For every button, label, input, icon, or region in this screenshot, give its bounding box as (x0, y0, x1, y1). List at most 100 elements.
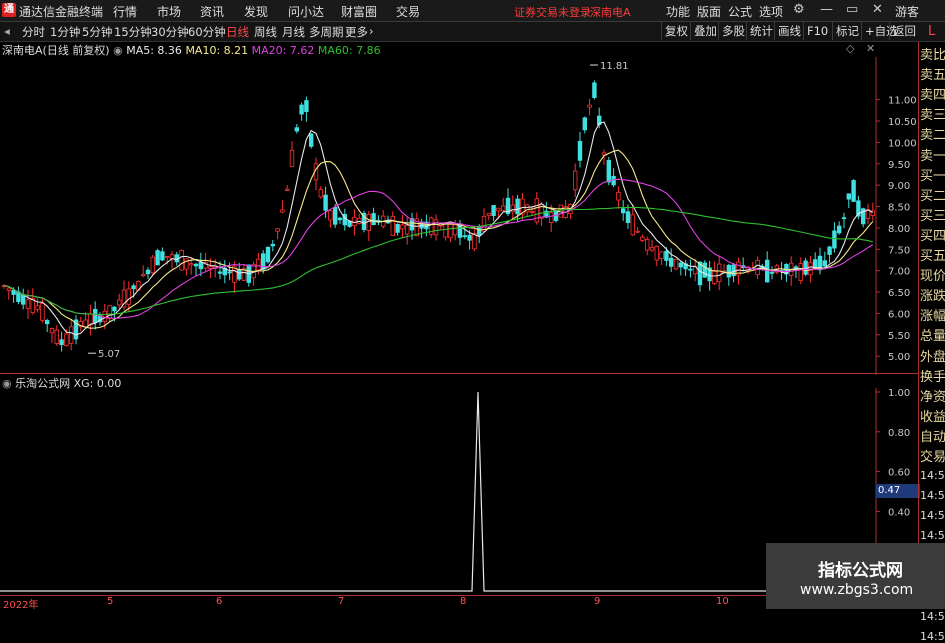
candle-body (198, 262, 203, 270)
menu-wenxiaoda[interactable]: 问小达 (288, 3, 324, 20)
period-weekly[interactable]: 周线 (254, 24, 277, 40)
sub-y-tick-label: 0.80 (888, 428, 910, 439)
quote-panel-item: 卖三 (920, 108, 945, 124)
btn-biaoji[interactable]: 标记 (832, 22, 862, 40)
ma10-label: MA10: 8.21 (185, 44, 249, 57)
menu-zixun[interactable]: 资讯 (200, 3, 224, 20)
y-tick-label: 10.50 (888, 117, 917, 128)
period-daily[interactable]: 日线 (226, 24, 249, 40)
candle-body (486, 212, 491, 216)
candle-body (688, 268, 693, 271)
menu-faxian[interactable]: 发现 (244, 3, 268, 20)
chart-info-line: 深南电A(日线 前复权) ◉ MA5: 8.36 MA10: 8.21 MA20… (2, 42, 381, 58)
candle-body (54, 329, 59, 344)
candle-body (587, 104, 592, 108)
period-monthly[interactable]: 月线 (282, 24, 305, 40)
more-chevron-icon[interactable]: › (369, 24, 374, 38)
candle-body (717, 263, 722, 283)
menu-shichang[interactable]: 市场 (157, 3, 181, 20)
candle-body (88, 313, 93, 326)
period-15min[interactable]: 15分钟 (114, 24, 152, 40)
candle-body (798, 263, 803, 281)
quote-panel-item: 外盘 (920, 349, 945, 365)
low-label: 5.07 (98, 349, 120, 360)
quote-panel-item: 交易 (920, 450, 945, 465)
candle-body (45, 320, 50, 325)
menu-jiaoyi[interactable]: 交易 (396, 3, 420, 20)
y-tick-label: 5.00 (888, 352, 910, 363)
candle-body (145, 269, 151, 275)
quote-panel-item: 卖二 (920, 128, 945, 144)
btn-f10[interactable]: F10 (803, 22, 831, 40)
close-panel-icon[interactable]: ✕ (866, 42, 875, 55)
candle-body (25, 299, 31, 309)
candle-body (40, 303, 45, 321)
btn-tongji[interactable]: 统计 (746, 22, 776, 40)
menu-gongneng[interactable]: 功能 (666, 3, 690, 20)
x-tick-jul: 7 (338, 596, 345, 607)
candle-body (265, 246, 271, 263)
candle-body (117, 299, 122, 306)
sub-y-tick-label: 0.40 (888, 507, 910, 518)
candle-body (649, 246, 655, 251)
candle-body (318, 189, 323, 198)
candle-body (107, 305, 112, 319)
candle-body (179, 250, 184, 271)
btn-fanhui[interactable]: 返回 (889, 22, 919, 40)
panel-level-label[interactable]: L (928, 24, 935, 39)
ma20-label: MA20: 7.62 (251, 44, 315, 57)
candle-body (467, 234, 472, 241)
candle-body (510, 204, 515, 213)
btn-fuquan[interactable]: 复权 (661, 22, 691, 40)
period-more[interactable]: 更多 (345, 24, 368, 40)
maximize-icon[interactable]: ▭ (846, 2, 858, 17)
candle-body (217, 271, 223, 274)
trade-login-alert[interactable]: 证券交易未登录 (514, 4, 591, 20)
menu-xuanxiang[interactable]: 选项 (759, 3, 783, 20)
candle-body (112, 306, 117, 312)
candle-body (827, 246, 832, 255)
quote-panel-item: 买五 (920, 249, 945, 264)
toolbar-left-arrow-icon[interactable]: ◂ (4, 24, 10, 38)
quote-panel-item: 14:56 (920, 609, 945, 623)
period-multi[interactable]: 多周期 (309, 24, 344, 40)
candlestick-chart[interactable]: 11.00 10.50 10.00 9.50 9.00 8.50 8.00 7.50 7.00 6… (0, 57, 918, 375)
candle-body (515, 198, 520, 215)
quote-panel-item: 14:56 (920, 489, 945, 503)
dropdown-icon[interactable]: ◉ (113, 44, 123, 57)
quote-panel-item: 现价 (920, 269, 945, 285)
y-tick-label: 10.00 (888, 138, 917, 149)
quote-panel-item: 涨跌 (920, 289, 945, 305)
menu-hangqing[interactable]: 行情 (113, 3, 137, 20)
btn-huaxian[interactable]: 画线 (774, 22, 804, 40)
menu-gongshi[interactable]: 公式 (728, 3, 752, 20)
candle-body (366, 214, 371, 231)
period-60min[interactable]: 60分钟 (188, 24, 226, 40)
settings-icon[interactable]: ⚙ (793, 2, 805, 17)
y-tick-label: 7.00 (888, 267, 910, 278)
candle-body (616, 191, 621, 201)
btn-diejia[interactable]: 叠加 (690, 22, 720, 40)
x-tick-may: 5 (107, 596, 114, 607)
ma5-label: MA5: 8.36 (126, 44, 182, 57)
alert-stock[interactable]: 深南电A (590, 4, 631, 20)
minimize-icon[interactable]: — (820, 2, 833, 17)
period-5min[interactable]: 5分钟 (82, 24, 112, 40)
close-icon[interactable]: ✕ (872, 2, 883, 17)
y-tick-label: 8.50 (888, 203, 910, 214)
quote-panel-item: 总量 (920, 329, 945, 345)
guest-label[interactable]: 游客 (895, 3, 919, 20)
menu-caifuquan[interactable]: 财富圈 (341, 3, 377, 20)
period-fenshi[interactable]: 分时 (22, 24, 45, 40)
period-30min[interactable]: 30分钟 (151, 24, 189, 40)
diamond-icon[interactable]: ◇ (846, 42, 854, 55)
btn-duogu[interactable]: 多股 (718, 22, 748, 40)
menu-banmian[interactable]: 版面 (697, 3, 721, 20)
y-tick-label: 9.50 (888, 160, 910, 171)
stock-label[interactable]: 深南电A(日线 前复权) (2, 44, 110, 57)
period-1min[interactable]: 1分钟 (50, 24, 80, 40)
ma20-line (3, 178, 874, 319)
candle-body (621, 208, 626, 214)
candle-body (404, 225, 410, 235)
candle-body (500, 205, 506, 211)
